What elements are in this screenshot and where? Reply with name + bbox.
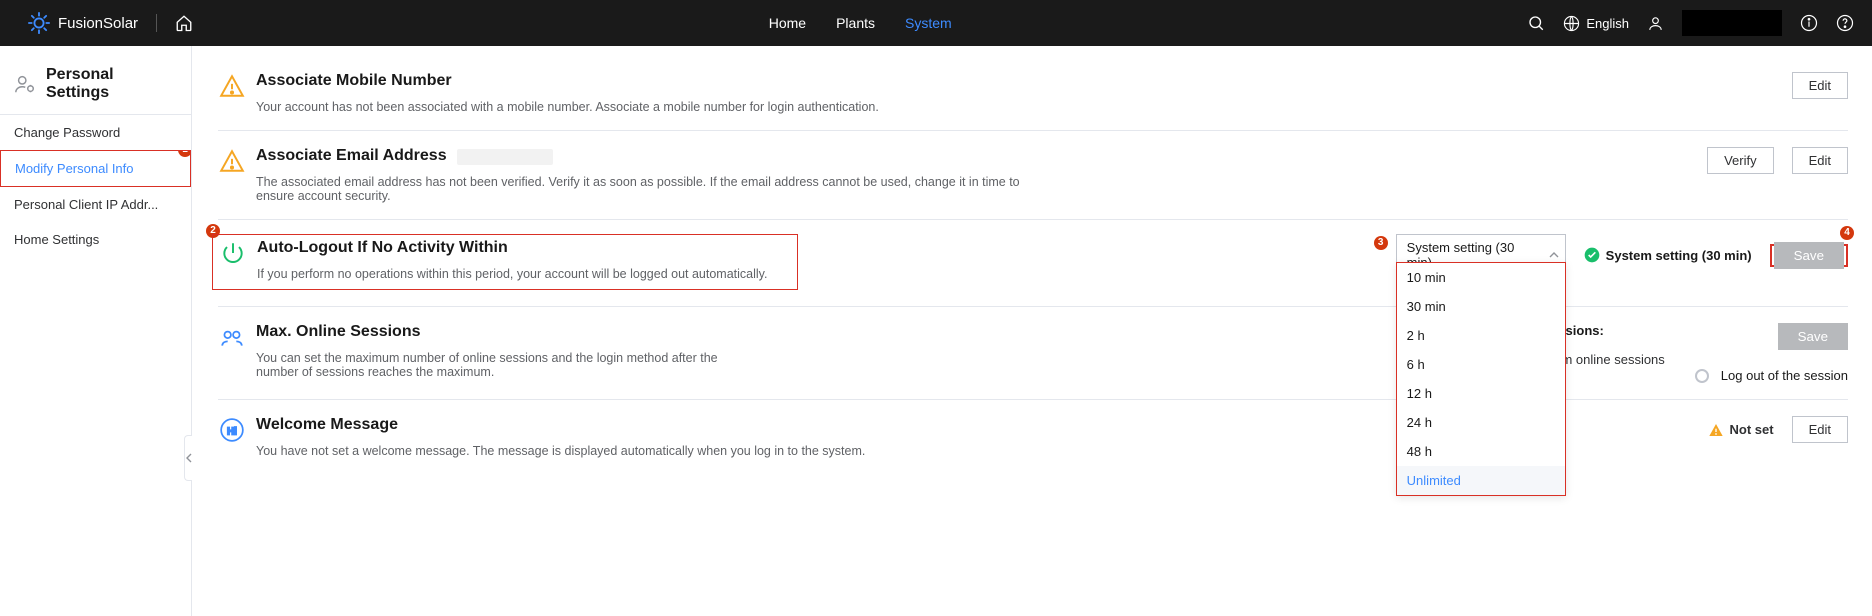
dropdown-option[interactable]: 30 min	[1397, 292, 1565, 321]
sessions-icon	[218, 323, 246, 351]
auto-logout-red-highlight: Auto-Logout If No Activity Within If you…	[212, 234, 798, 290]
save-button[interactable]: Save	[1778, 323, 1848, 350]
welcome-status: Not set	[1708, 422, 1774, 438]
section-associate-mobile: Associate Mobile Number Your account has…	[218, 56, 1848, 131]
search-icon[interactable]	[1527, 14, 1545, 32]
section-desc: If you perform no operations within this…	[257, 267, 791, 281]
dropdown-option[interactable]: 48 h	[1397, 437, 1565, 466]
section-title-text: Associate Email Address	[256, 147, 447, 165]
language-label: English	[1586, 16, 1629, 31]
header-right: English	[1527, 10, 1854, 36]
warning-triangle-icon	[218, 147, 246, 175]
user-icon[interactable]	[1647, 15, 1664, 32]
section-title: Associate Email Address	[256, 147, 1707, 165]
warning-triangle-icon	[218, 72, 246, 100]
section-auto-logout: 2 Auto-Logout If No Activity Within If y…	[218, 220, 1848, 307]
power-icon	[219, 239, 247, 267]
sidebar: Personal Settings Change Password Modify…	[0, 46, 192, 616]
auto-logout-select[interactable]: System setting (30 min) 10 min 30 min 2 …	[1396, 234, 1566, 276]
brand: FusionSolar	[28, 12, 138, 34]
dropdown-option[interactable]: 2 h	[1397, 321, 1565, 350]
dropdown-option[interactable]: Unlimited	[1397, 466, 1565, 495]
nav-system[interactable]: System	[905, 15, 952, 31]
dropdown-option[interactable]: 10 min	[1397, 263, 1565, 292]
username-redacted	[1682, 10, 1782, 36]
radio-label: Log out of the session	[1721, 368, 1848, 383]
verify-button[interactable]: Verify	[1707, 147, 1774, 174]
radio-icon[interactable]	[1695, 369, 1709, 383]
content-area: Associate Mobile Number Your account has…	[192, 46, 1872, 616]
language-switch[interactable]: English	[1563, 15, 1629, 32]
annotation-badge-4: 4	[1840, 226, 1854, 240]
welcome-icon: Hi	[218, 416, 246, 444]
email-value-redacted	[457, 149, 553, 165]
section-associate-email: Associate Email Address The associated e…	[218, 131, 1848, 220]
edit-button[interactable]: Edit	[1792, 416, 1848, 443]
dropdown-option[interactable]: 24 h	[1397, 408, 1565, 437]
sidebar-collapse-toggle[interactable]	[184, 435, 192, 481]
status-text: Not set	[1730, 422, 1774, 437]
edit-button[interactable]: Edit	[1792, 72, 1848, 99]
top-nav: Home Plants System	[193, 15, 1527, 31]
dropdown-option[interactable]: 12 h	[1397, 379, 1565, 408]
svg-text:Hi: Hi	[227, 426, 237, 437]
nav-home[interactable]: Home	[769, 15, 806, 31]
auto-logout-status: System setting (30 min)	[1584, 247, 1752, 263]
edit-button[interactable]: Edit	[1792, 147, 1848, 174]
home-icon[interactable]	[175, 14, 193, 32]
top-header: FusionSolar Home Plants System English	[0, 0, 1872, 46]
sidebar-title-text: Personal Settings	[46, 66, 177, 102]
header-divider	[156, 14, 157, 32]
info-icon[interactable]	[1800, 14, 1818, 32]
save-red-highlight: Save	[1770, 244, 1848, 267]
sidebar-item-modify-personal-info[interactable]: Modify Personal Info 1	[0, 150, 191, 187]
auto-logout-dropdown: 10 min 30 min 2 h 6 h 12 h 24 h 48 h Unl…	[1396, 262, 1566, 496]
annotation-badge-1: 1	[178, 150, 191, 157]
nav-plants[interactable]: Plants	[836, 15, 875, 31]
section-desc: You can set the maximum number of online…	[256, 351, 736, 379]
help-icon[interactable]	[1836, 14, 1854, 32]
section-max-sessions: Max. Online Sessions You can set the max…	[218, 307, 1848, 400]
logout-session-radio[interactable]: Log out of the session	[1695, 368, 1848, 383]
sidebar-item-ip-addr[interactable]: Personal Client IP Addr...	[0, 187, 191, 222]
section-title: Associate Mobile Number	[256, 72, 1792, 90]
section-title: Auto-Logout If No Activity Within	[257, 239, 791, 257]
sidebar-title: Personal Settings	[0, 58, 191, 110]
dropdown-option[interactable]: 6 h	[1397, 350, 1565, 379]
sidebar-item-change-password[interactable]: Change Password	[0, 115, 191, 150]
status-text: System setting (30 min)	[1606, 248, 1752, 263]
save-button[interactable]: Save	[1774, 242, 1844, 269]
sidebar-item-home-settings[interactable]: Home Settings	[0, 222, 191, 257]
section-desc: You have not set a welcome message. The …	[256, 444, 1036, 458]
user-settings-icon	[14, 73, 36, 95]
section-title: Max. Online Sessions	[256, 323, 1446, 341]
brand-text: FusionSolar	[58, 15, 138, 32]
section-welcome-message: Hi Welcome Message You have not set a we…	[218, 400, 1848, 474]
section-desc: Your account has not been associated wit…	[256, 100, 1036, 114]
sidebar-item-label: Modify Personal Info	[15, 161, 134, 176]
brand-logo-icon	[28, 12, 50, 34]
section-desc: The associated email address has not bee…	[256, 175, 1036, 203]
annotation-badge-3: 3	[1374, 236, 1388, 250]
chevron-up-icon	[1549, 250, 1559, 260]
